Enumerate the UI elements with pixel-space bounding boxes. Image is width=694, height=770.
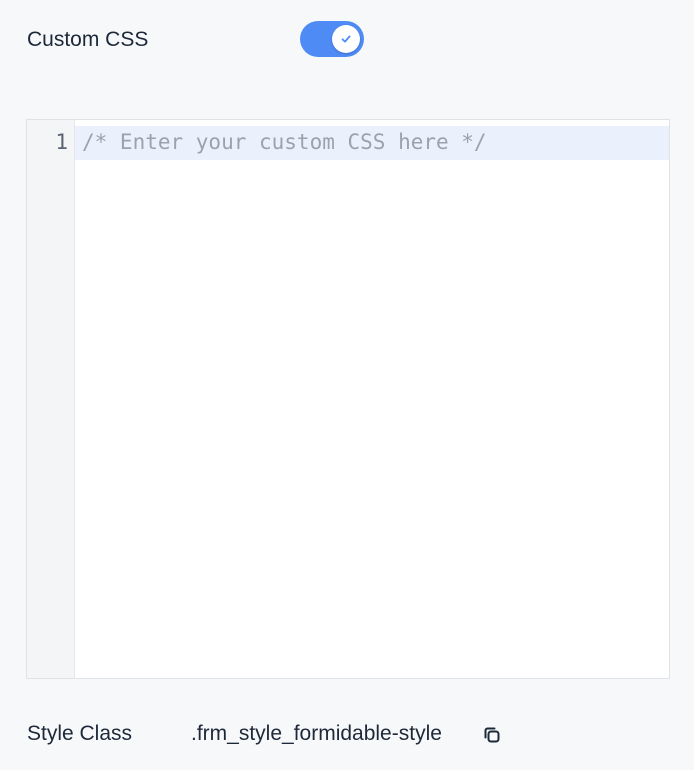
style-class-value: .frm_style_formidable-style xyxy=(191,722,442,745)
check-icon xyxy=(341,35,351,43)
copy-icon[interactable] xyxy=(482,725,502,745)
editor-code-area[interactable]: /* Enter your custom CSS here */ xyxy=(75,120,669,678)
style-class-label: Style Class xyxy=(27,722,133,745)
toggle-knob xyxy=(332,25,360,53)
style-class-row: Style Class .frm_style_formidable-style xyxy=(27,718,667,750)
editor-gutter: 1 xyxy=(27,120,75,678)
line-number: 1 xyxy=(55,130,68,154)
css-code-editor[interactable]: 1 /* Enter your custom CSS here */ xyxy=(26,119,670,679)
custom-css-toggle[interactable] xyxy=(300,21,364,57)
custom-css-label: Custom CSS xyxy=(27,28,149,51)
code-line[interactable]: /* Enter your custom CSS here */ xyxy=(82,130,487,154)
custom-css-row: Custom CSS xyxy=(27,18,667,62)
